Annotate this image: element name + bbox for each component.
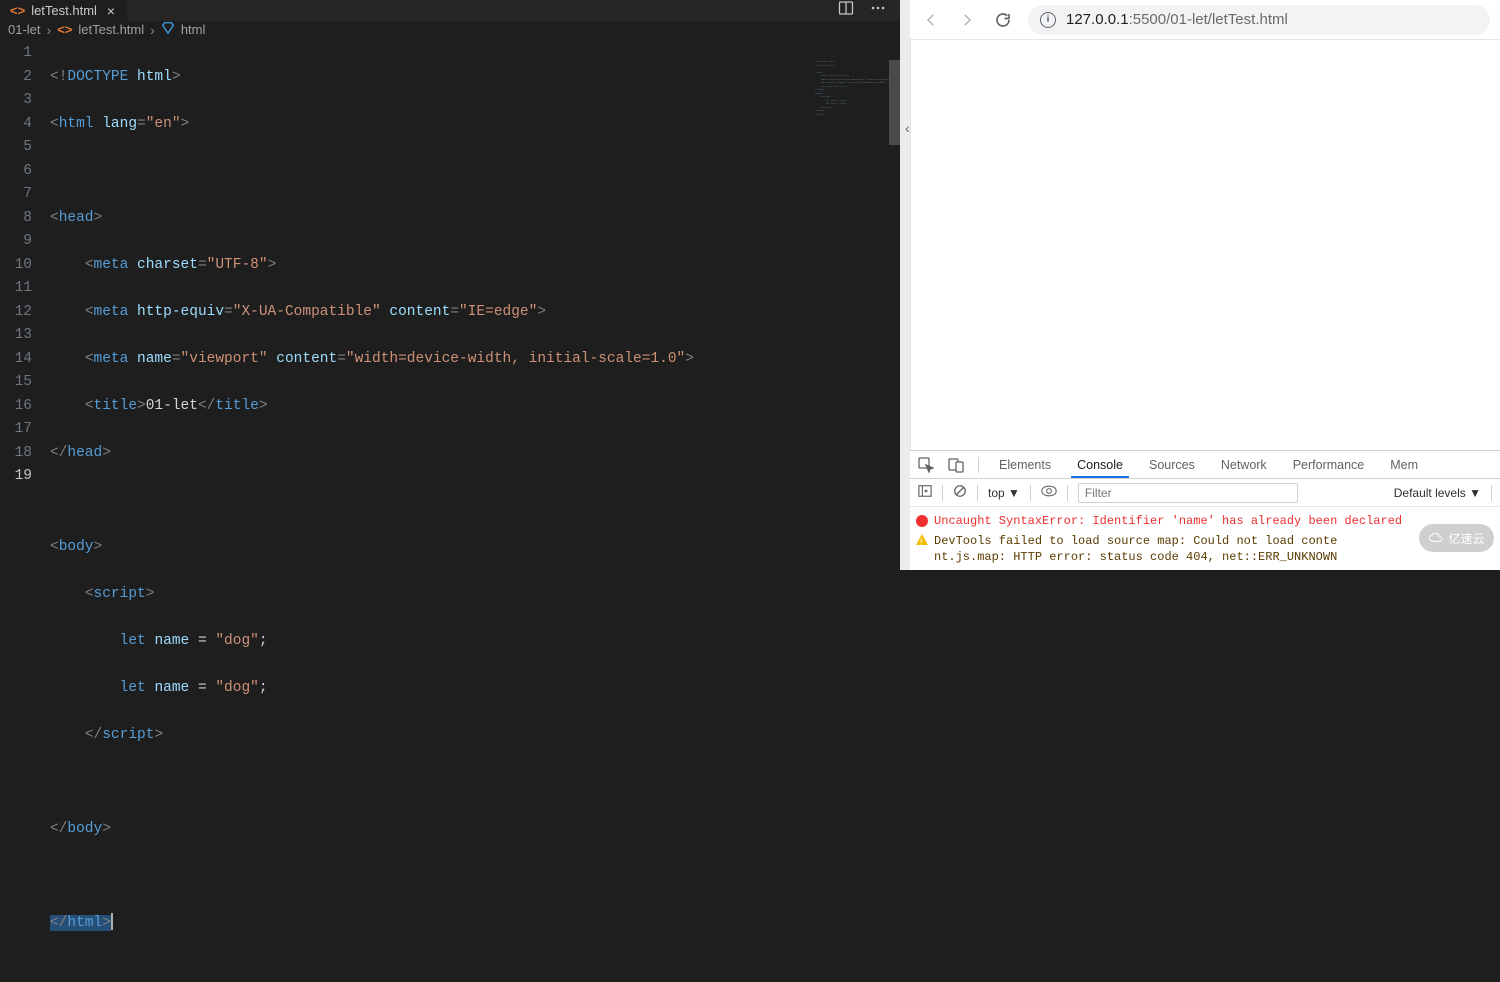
console-sidebar-icon[interactable] (918, 484, 932, 501)
inspect-icon[interactable] (918, 457, 934, 473)
reload-icon[interactable] (992, 9, 1014, 31)
split-editor-icon[interactable] (838, 0, 854, 21)
back-icon[interactable] (920, 9, 942, 31)
browser-toolbar: i 127.0.0.1:5500/01-let/letTest.html (910, 0, 1500, 40)
breadcrumb-folder[interactable]: 01-let (8, 22, 41, 37)
symbol-icon (161, 21, 175, 38)
console-output[interactable]: Uncaught SyntaxError: Identifier 'name' … (910, 507, 1500, 570)
console-warning-line[interactable]: DevTools failed to load source map: Coul… (916, 531, 1494, 567)
clear-console-icon[interactable] (953, 484, 967, 501)
tab-sources[interactable]: Sources (1143, 452, 1201, 478)
breadcrumb-file[interactable]: letTest.html (78, 22, 144, 37)
file-tab[interactable]: <> letTest.html × (0, 0, 127, 21)
page-viewport: ‹ (910, 40, 1500, 450)
line-gutter: 12345678910111213141516171819 (0, 38, 50, 982)
tab-bar: <> letTest.html × (0, 0, 900, 21)
breadcrumb[interactable]: 01-let › <> letTest.html › html (0, 21, 900, 38)
chevron-right-icon: › (150, 22, 155, 38)
close-icon[interactable]: × (103, 3, 119, 19)
html-file-icon: <> (57, 22, 72, 37)
console-error-line[interactable]: Uncaught SyntaxError: Identifier 'name' … (916, 511, 1494, 531)
devtools-tabs: Elements Console Sources Network Perform… (910, 451, 1500, 479)
forward-icon[interactable] (956, 9, 978, 31)
watermark-badge: 亿速云 (1419, 524, 1494, 552)
code-area[interactable]: 12345678910111213141516171819 <!DOCTYPE … (0, 38, 900, 982)
more-icon[interactable] (870, 0, 886, 21)
context-selector[interactable]: top ▼ (988, 486, 1020, 500)
site-info-icon[interactable]: i (1040, 12, 1056, 28)
tab-console[interactable]: Console (1071, 452, 1129, 478)
code-content[interactable]: <!DOCTYPE html> <html lang="en"> <head> … (50, 38, 900, 982)
console-filter-bar: top ▼ Default levels ▼ (910, 479, 1500, 507)
browser-window: i 127.0.0.1:5500/01-let/letTest.html ‹ E… (910, 0, 1500, 570)
live-expression-icon[interactable] (1041, 484, 1057, 501)
tab-performance[interactable]: Performance (1287, 452, 1371, 478)
url-text: 127.0.0.1:5500/01-let/letTest.html (1066, 11, 1288, 28)
error-icon (916, 515, 928, 527)
tab-filename: letTest.html (31, 3, 97, 18)
tab-network[interactable]: Network (1215, 452, 1273, 478)
device-toggle-icon[interactable] (948, 457, 964, 473)
scrollbar-thumb[interactable] (889, 60, 900, 145)
warning-icon (916, 534, 928, 545)
tab-memory[interactable]: Mem (1384, 452, 1424, 478)
tab-elements[interactable]: Elements (993, 452, 1057, 478)
devtools-panel: Elements Console Sources Network Perform… (910, 450, 1500, 570)
log-levels-selector[interactable]: Default levels ▼ (1394, 486, 1481, 500)
text-cursor (111, 913, 113, 930)
breadcrumb-symbol[interactable]: html (181, 22, 206, 37)
vscode-editor: <> letTest.html × 01-let › <> letTest.ht… (0, 0, 900, 570)
html-file-icon: <> (10, 3, 25, 18)
filter-input[interactable] (1078, 483, 1298, 503)
pane-divider[interactable] (900, 0, 910, 570)
address-bar[interactable]: i 127.0.0.1:5500/01-let/letTest.html (1028, 5, 1490, 35)
cropped-text: ‹ (905, 120, 910, 136)
chevron-right-icon: › (47, 22, 52, 38)
minimap[interactable]: <!DOCTYPE html> <html lang="en"> <head> … (815, 60, 890, 160)
